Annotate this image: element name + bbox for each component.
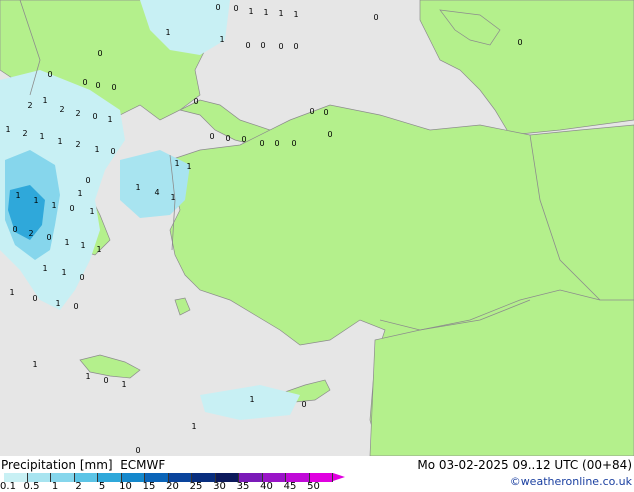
precip-value-label: 0 (110, 147, 115, 156)
precip-value-label: 0 (259, 139, 264, 148)
precip-value-label: 1 (219, 35, 224, 44)
scale-tick-label: 2 (75, 481, 82, 492)
precip-value-label: 0 (97, 49, 102, 58)
precip-value-label: 0 (293, 42, 298, 51)
precip-value-label: 0 (79, 273, 84, 282)
precip-value-label: 1 (51, 201, 56, 210)
precip-value-label: 0 (225, 134, 230, 143)
scale-tick-label: 25 (189, 481, 203, 492)
precip-value-label: 0 (193, 97, 198, 106)
scale-tick-label: 1 (51, 481, 59, 492)
precip-value-label: 1 (278, 9, 283, 18)
precip-value-label: 2 (22, 129, 27, 138)
precip-value-label: 0 (260, 41, 265, 50)
scale-arrow-icon (333, 473, 345, 481)
scale-tick-label: 40 (260, 481, 273, 492)
precip-value-label: 2 (75, 109, 80, 118)
precip-value-label: 1 (39, 132, 44, 141)
precip-value-label: 0 (209, 132, 214, 141)
precip-value-label: 1 (77, 189, 82, 198)
precip-value-label: 1 (191, 422, 196, 431)
precip-value-label: 0 (274, 139, 279, 148)
precip-value-label: 0 (73, 302, 78, 311)
precip-value-label: 1 (42, 264, 47, 273)
scale-tick-label: 0.1 (0, 481, 16, 492)
precip-value-label: 1 (165, 28, 170, 37)
precip-value-label: 1 (57, 137, 62, 146)
precip-value-label: 0 (301, 400, 306, 409)
precip-value-label: 0 (111, 83, 116, 92)
scale-tick-label: 50 (307, 481, 320, 492)
precip-value-label: 0 (309, 107, 314, 116)
precip-value-label: 1 (42, 96, 47, 105)
precip-value-label: 1 (94, 145, 99, 154)
precip-value-label: 1 (85, 372, 90, 381)
precip-value-label: 1 (9, 288, 14, 297)
precip-value-label: 1 (55, 299, 60, 308)
scale-tick-label: 0.5 (23, 481, 40, 492)
precip-value-label: 0 (95, 81, 100, 90)
scale-tick-label: 15 (142, 481, 156, 492)
precip-value-label: 0 (323, 108, 328, 117)
precip-value-label: 2 (59, 105, 64, 114)
scale-tick-label: 30 (213, 481, 226, 492)
precip-value-label: 0 (69, 204, 74, 213)
precip-value-label: 1 (249, 395, 254, 404)
precip-value-label: 1 (64, 238, 69, 247)
scale-tick-label: 10 (119, 481, 132, 492)
precip-value-label: 1 (293, 10, 298, 19)
precip-value-label: 1 (89, 207, 94, 216)
precip-value-label: 1 (248, 7, 253, 16)
map: 0011111000000000001012220112112100000000… (0, 0, 634, 456)
precip-value-label: 1 (121, 380, 126, 389)
precip-value-label: 0 (215, 3, 220, 12)
precip-value-label: 0 (92, 112, 97, 121)
precip-value-label: 1 (15, 191, 20, 200)
precip-value-label: 1 (186, 162, 191, 171)
scale-tick-label: 5 (98, 481, 106, 492)
precip-value-label: 1 (174, 159, 179, 168)
precip-value-label: 0 (32, 294, 37, 303)
precip-value-label: 0 (278, 42, 283, 51)
legend-footer: Precipitation [mm] ECMWF Mo 03-02-2025 0… (0, 456, 634, 492)
precip-value-label: 1 (61, 268, 66, 277)
precip-value-label: 0 (233, 4, 238, 13)
precip-value-label: 0 (103, 376, 108, 385)
credit-link[interactable]: ©weatheronline.co.uk (510, 475, 632, 488)
scale-tick-label: 45 (283, 481, 297, 492)
precip-value-label: 0 (291, 139, 296, 148)
precip-value-label: 0 (12, 225, 17, 234)
precip-value-label: 2 (27, 101, 32, 110)
precipitation-map: 0 0 1 1 1 110 0 0 000000 0 01012 2 2 0 11 2 11 21 00 0 0 0 0 00… (0, 0, 634, 456)
precip-value-label: 0 (241, 135, 246, 144)
precip-value-label: 0 (327, 130, 332, 139)
precip-value-label: 2 (75, 140, 80, 149)
precip-value-label: 0 (46, 233, 51, 242)
precip-value-label: 1 (5, 125, 10, 134)
precip-value-label: 4 (154, 188, 159, 197)
precip-value-label: 1 (107, 115, 112, 124)
precip-value-label: 1 (96, 245, 101, 254)
precip-value-label: 1 (32, 360, 37, 369)
legend-title: Precipitation [mm] ECMWF (1, 458, 166, 472)
valid-datetime: Mo 03-02-2025 09..12 UTC (00+84) (417, 458, 632, 472)
precip-value-label: 0 (373, 13, 378, 22)
precip-value-label: 0 (85, 176, 90, 185)
precip-value-label: 0 (47, 70, 52, 79)
precip-value-label: 1 (263, 8, 268, 17)
precip-value-label: 0 (82, 78, 87, 87)
precip-value-label: 0 (517, 38, 522, 47)
precip-value-label: 1 (170, 193, 175, 202)
precip-value-label: 1 (33, 196, 38, 205)
precip-value-label: 0 (245, 41, 250, 50)
scale-tick-label: 35 (236, 481, 250, 492)
precip-value-label: 2 (28, 229, 33, 238)
precip-value-label: 1 (135, 183, 140, 192)
scale-tick-label: 20 (166, 481, 179, 492)
precip-value-label: 0 (135, 446, 140, 455)
precip-value-label: 1 (80, 241, 85, 250)
